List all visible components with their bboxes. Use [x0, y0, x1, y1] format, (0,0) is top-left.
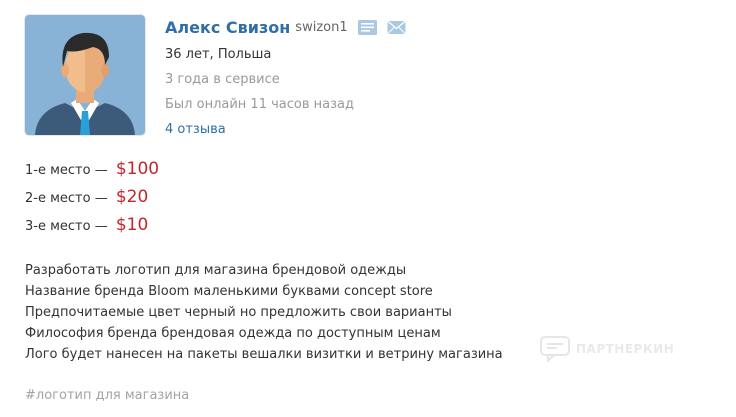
watermark-logo-icon: [540, 336, 570, 362]
prize-place: 3-е место —: [25, 219, 108, 234]
prize-amount: $100: [115, 159, 160, 179]
watermark: ПАРТНЕРКИН: [540, 336, 674, 362]
reviews-link[interactable]: 4 отзыва: [165, 122, 226, 137]
profile-info: Алекс Свизон swizon1 36 лет, Польша 3 го: [165, 15, 406, 142]
user-login: swizon1: [295, 19, 348, 35]
avatar[interactable]: [25, 15, 145, 135]
prize-amount: $20: [115, 187, 149, 207]
tag-link[interactable]: #логотип для магазина: [25, 388, 189, 403]
prize-item: 2-е место — $20: [25, 183, 159, 211]
description-line: Предпочитаемые цвет черный но предложить…: [25, 305, 452, 320]
id-card-icon[interactable]: [357, 19, 377, 35]
reviews-row: 4 отзыва: [165, 117, 406, 142]
envelope-icon[interactable]: [386, 19, 406, 35]
last-online: Был онлайн 11 часов назад: [165, 97, 354, 112]
service-time: 3 года в сервисе: [165, 72, 280, 87]
contest-card: Алекс Свизон swizon1 36 лет, Польша 3 го: [0, 0, 736, 417]
watermark-text: ПАРТНЕРКИН: [576, 342, 675, 356]
user-name-link[interactable]: Алекс Свизон: [165, 18, 290, 37]
prize-place: 2-е место —: [25, 191, 108, 206]
avatar-image: [25, 15, 145, 135]
name-row: Алекс Свизон swizon1: [165, 15, 406, 39]
age-location: 36 лет, Польша: [165, 47, 272, 62]
description-line: Разработать логотип для магазина брендов…: [25, 263, 407, 278]
prize-amount: $10: [115, 215, 149, 235]
description-line: Название бренда Bloom маленькими буквами…: [25, 284, 433, 299]
prize-list: 1-е место — $100 2-е место — $20 3-е мес…: [25, 155, 159, 239]
description-line: Лого будет нанесен на пакеты вешалки виз…: [25, 347, 503, 362]
prize-place: 1-е место —: [25, 163, 108, 178]
description-line: Философия бренда брендовая одежда по дос…: [25, 326, 441, 341]
prize-item: 1-е место — $100: [25, 155, 159, 183]
task-description: Разработать логотип для магазина брендов…: [25, 260, 503, 365]
prize-item: 3-е место — $10: [25, 211, 159, 239]
